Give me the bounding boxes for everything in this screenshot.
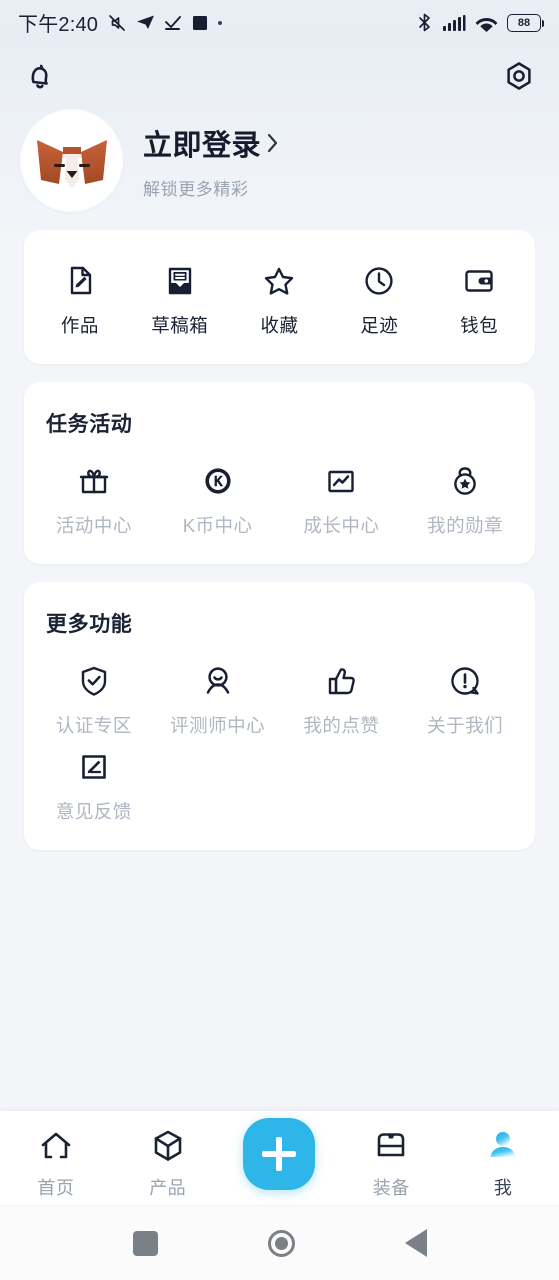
- settings-gear-icon[interactable]: [501, 58, 537, 94]
- more-item-my-likes[interactable]: 我的点赞: [280, 656, 404, 742]
- task-item-k-coin-center[interactable]: K币中心: [156, 456, 280, 542]
- bell-icon[interactable]: [22, 58, 58, 94]
- nav-item-label: 首页: [37, 1178, 75, 1198]
- more-item-label: 评测师中心: [170, 715, 266, 736]
- task-item-my-medals[interactable]: 我的勋章: [403, 456, 527, 542]
- more-item-label: 关于我们: [427, 715, 504, 736]
- create-fab-button[interactable]: [243, 1118, 316, 1190]
- profile-text: 立即登录 解锁更多精彩: [143, 122, 281, 200]
- battery-level: 88: [517, 16, 531, 29]
- more-item-label: 认证专区: [55, 715, 132, 736]
- nav-item-label: 我: [493, 1178, 513, 1198]
- task-item-growth-center[interactable]: 成长中心: [280, 456, 404, 542]
- more-item-label: 我的点赞: [303, 715, 380, 736]
- wifi-icon: [475, 14, 498, 32]
- quick-actions-grid: 作品 草稿箱 收藏 足迹 钱包: [24, 230, 535, 364]
- document-pencil-icon: [63, 264, 97, 298]
- more-features-card-title: 更多功能: [46, 613, 133, 636]
- inbox-icon: [163, 264, 197, 298]
- quick-item-footprints[interactable]: 足迹: [329, 256, 429, 342]
- battery-icon: 88: [507, 13, 544, 32]
- more-item-feedback[interactable]: 意见反馈: [32, 742, 156, 828]
- quick-item-label: 足迹: [360, 315, 399, 336]
- quick-item-works[interactable]: 作品: [30, 256, 130, 342]
- task-item-label: 成长中心: [303, 515, 380, 536]
- quick-actions-card: 作品 草稿箱 收藏 足迹 钱包: [24, 230, 535, 364]
- dot-icon: [218, 20, 223, 25]
- info-exclamation-icon: [448, 664, 482, 698]
- login-label: 立即登录: [143, 129, 262, 162]
- more-item-about-us[interactable]: 关于我们: [403, 656, 527, 742]
- task-item-label: 活动中心: [55, 515, 132, 536]
- task-item-label: K币中心: [182, 515, 253, 536]
- quick-item-label: 草稿箱: [151, 315, 209, 336]
- triangle-back-icon[interactable]: [404, 1229, 427, 1257]
- quick-item-drafts[interactable]: 草稿箱: [130, 256, 230, 342]
- tasks-card: 任务活动 活动中心 K币中心 成长中心 我的勋章: [24, 382, 535, 564]
- more-item-certification-zone[interactable]: 认证专区: [32, 656, 156, 742]
- nav-item-home[interactable]: 首页: [0, 1111, 112, 1200]
- telegram-icon: [136, 13, 155, 32]
- create-fab-wrapper: [224, 1111, 336, 1190]
- checkmark-icon: [164, 14, 182, 32]
- feedback-pencil-icon: [77, 750, 111, 784]
- task-item-label: 我的勋章: [427, 515, 504, 536]
- k-coin-icon: [201, 464, 235, 498]
- login-row[interactable]: 立即登录: [143, 122, 281, 164]
- cube-icon: [149, 1127, 187, 1165]
- medal-icon: [448, 464, 482, 498]
- status-bar-clock: 下午2:40: [18, 14, 99, 36]
- quick-item-wallet[interactable]: 钱包: [429, 256, 529, 342]
- gift-icon: [77, 464, 111, 498]
- header-toolbar: [22, 45, 537, 107]
- quick-item-favorites[interactable]: 收藏: [230, 256, 330, 342]
- reviewer-person-icon: [201, 664, 235, 698]
- status-bar: 下午2:40 88: [0, 0, 559, 45]
- dog-avatar[interactable]: [22, 111, 121, 210]
- box-icon: [372, 1127, 410, 1165]
- bottom-navigation: 首页 产品 装备 我: [0, 1110, 559, 1205]
- home-icon: [37, 1127, 75, 1165]
- tasks-card-title: 任务活动: [46, 413, 133, 436]
- nav-item-label: 产品: [149, 1178, 187, 1198]
- nav-item-me[interactable]: 我: [447, 1111, 559, 1200]
- profile-block[interactable]: 立即登录 解锁更多精彩: [22, 111, 537, 210]
- star-icon: [262, 264, 296, 298]
- more-item-label: 意见反馈: [55, 801, 132, 822]
- nav-item-equipment[interactable]: 装备: [335, 1111, 447, 1200]
- shield-check-icon: [77, 664, 111, 698]
- task-item-activity-center[interactable]: 活动中心: [32, 456, 156, 542]
- square-icon[interactable]: [132, 1230, 158, 1256]
- more-features-card: 更多功能 认证专区 评测师中心 我的点赞 关于我们 意见反馈: [24, 582, 535, 850]
- signal-icon: [442, 14, 466, 32]
- circle-icon[interactable]: [267, 1229, 295, 1257]
- thumbs-up-icon: [324, 664, 358, 698]
- more-item-reviewer-center[interactable]: 评测师中心: [156, 656, 280, 742]
- clock-icon: [362, 264, 396, 298]
- wallet-icon: [462, 264, 496, 298]
- growth-chart-icon: [324, 464, 358, 498]
- nav-item-product[interactable]: 产品: [112, 1111, 224, 1200]
- quick-item-label: 收藏: [260, 315, 299, 336]
- status-bar-left: 下午2:40: [18, 8, 223, 37]
- tasks-grid: 活动中心 K币中心 成长中心 我的勋章: [24, 438, 535, 564]
- square-icon: [191, 14, 209, 32]
- quick-item-label: 钱包: [460, 315, 499, 336]
- status-bar-right: 88: [416, 13, 544, 32]
- android-system-navigation: [0, 1205, 559, 1280]
- person-icon: [484, 1127, 522, 1165]
- more-features-grid: 认证专区 评测师中心 我的点赞 关于我们 意见反馈: [24, 638, 535, 850]
- nav-item-label: 装备: [372, 1178, 410, 1198]
- mute-icon: [107, 13, 127, 33]
- plus-icon: [262, 1137, 297, 1171]
- chevron-right-icon: [265, 130, 281, 156]
- profile-header: 立即登录 解锁更多精彩: [0, 45, 559, 230]
- quick-item-label: 作品: [60, 315, 99, 336]
- bluetooth-icon: [416, 13, 433, 32]
- profile-subtitle: 解锁更多精彩: [143, 179, 249, 199]
